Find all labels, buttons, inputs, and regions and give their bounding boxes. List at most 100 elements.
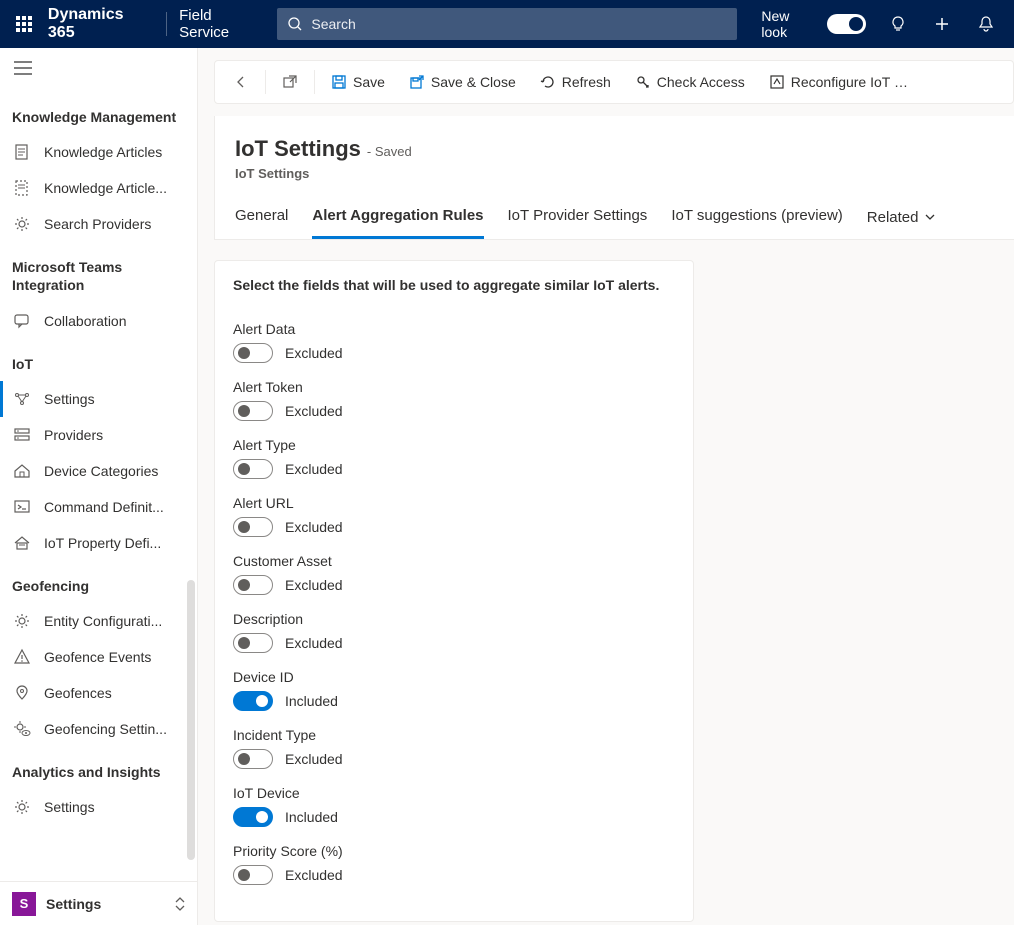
sidebar-item-entity-configurations[interactable]: Entity Configurati...	[0, 603, 197, 639]
sidebar-item-knowledge-article-templates[interactable]: Knowledge Article...	[0, 170, 197, 206]
sidebar-item-providers[interactable]: Providers	[0, 417, 197, 453]
sidebar-item-label: Settings	[44, 391, 95, 407]
iot-icon	[12, 389, 32, 409]
field-row: DescriptionExcluded	[233, 611, 675, 653]
tab-iot-provider-settings[interactable]: IoT Provider Settings	[508, 201, 648, 239]
field-toggle-value: Included	[285, 693, 338, 709]
form-tabs: General Alert Aggregation Rules IoT Provid…	[235, 201, 994, 239]
sidebar-item-label: Collaboration	[44, 313, 127, 329]
field-toggle[interactable]	[233, 807, 273, 827]
field-toggle[interactable]	[233, 459, 273, 479]
field-toggle[interactable]	[233, 865, 273, 885]
check-access-button[interactable]: Check Access	[625, 68, 755, 96]
sidebar-item-settings[interactable]: Settings	[0, 381, 197, 417]
search-input[interactable]	[277, 8, 737, 40]
field-toggle[interactable]	[233, 575, 273, 595]
sidebar-item-label: Device Categories	[44, 463, 158, 479]
save-button[interactable]: Save	[321, 68, 395, 96]
field-row: Priority Score (%)Excluded	[233, 843, 675, 885]
area-switcher[interactable]: S Settings	[0, 881, 197, 925]
sidebar-item-collaboration[interactable]: Collaboration	[0, 303, 197, 339]
sidebar-group-label: Knowledge Management	[0, 92, 197, 134]
new-look-label: New look	[761, 8, 818, 40]
popout-button[interactable]	[272, 64, 308, 100]
field-toggle[interactable]	[233, 749, 273, 769]
field-toggle[interactable]	[233, 517, 273, 537]
tab-iot-suggestions-preview-[interactable]: IoT suggestions (preview)	[671, 201, 842, 239]
doc-dashed-icon	[12, 178, 32, 198]
sidebar-item-command-definitions[interactable]: Command Definit...	[0, 489, 197, 525]
tab-related[interactable]: Related	[867, 201, 937, 239]
sidebar-item-ai-settings[interactable]: Settings	[0, 789, 197, 825]
sidebar-item-label: Geofencing Settin...	[44, 721, 167, 737]
field-row: Customer AssetExcluded	[233, 553, 675, 595]
tab-alert-aggregation-rules[interactable]: Alert Aggregation Rules	[312, 201, 483, 239]
lightbulb-icon[interactable]	[882, 8, 914, 40]
field-toggle-value: Included	[285, 809, 338, 825]
updown-icon	[175, 897, 185, 911]
field-toggle-value: Excluded	[285, 403, 343, 419]
sidebar-group-label: Microsoft Teams Integration	[0, 242, 197, 302]
scrollbar[interactable]	[187, 580, 195, 860]
reconfigure-icon	[769, 74, 785, 90]
refresh-button[interactable]: Refresh	[530, 68, 621, 96]
field-row: Alert TypeExcluded	[233, 437, 675, 479]
sidebar-item-label: Command Definit...	[44, 499, 164, 515]
field-label: Incident Type	[233, 727, 675, 743]
sidebar-content[interactable]: Knowledge ManagementKnowledge ArticlesKn…	[0, 88, 197, 881]
main-area: Save Save & Close Refresh Check Access R…	[198, 48, 1014, 925]
hamburger-button[interactable]	[0, 48, 197, 88]
sidebar-item-geofence-events[interactable]: Geofence Events	[0, 639, 197, 675]
field-label: Description	[233, 611, 675, 627]
field-row: Device ID Included	[233, 669, 675, 711]
bell-icon[interactable]	[970, 8, 1002, 40]
page-title: IoT Settings	[235, 136, 361, 162]
refresh-icon	[540, 74, 556, 90]
sidebar-item-device-categories[interactable]: Device Categories	[0, 453, 197, 489]
sidebar-item-search-providers[interactable]: Search Providers	[0, 206, 197, 242]
sidebar-item-geofences[interactable]: Geofences	[0, 675, 197, 711]
field-label: Device ID	[233, 669, 675, 685]
new-look-toggle[interactable]: New look	[761, 8, 866, 40]
page-header: IoT Settings - Saved IoT Settings Genera…	[214, 116, 1014, 240]
sidebar-item-label: Providers	[44, 427, 103, 443]
sidebar-group-label: Geofencing	[0, 561, 197, 603]
field-row: Alert Token Excluded	[233, 379, 675, 421]
command-bar: Save Save & Close Refresh Check Access R…	[214, 60, 1014, 104]
field-toggle-value: Excluded	[285, 751, 343, 767]
global-search	[277, 8, 737, 40]
field-label: Alert Token	[233, 379, 675, 395]
chevron-down-icon	[924, 211, 936, 223]
sidebar-item-geofencing-settings[interactable]: Geofencing Settin...	[0, 711, 197, 747]
search-icon	[287, 16, 303, 32]
sidebar-group-label: IoT	[0, 339, 197, 381]
brand-label[interactable]: Dynamics 365	[48, 6, 154, 42]
area-label: Settings	[46, 896, 165, 912]
sidebar-item-label: Geofence Events	[44, 649, 151, 665]
field-row: IoT DeviceIncluded	[233, 785, 675, 827]
field-toggle[interactable]	[233, 401, 273, 421]
field-toggle[interactable]	[233, 343, 273, 363]
app-layout: Knowledge ManagementKnowledge ArticlesKn…	[0, 48, 1014, 925]
check-access-icon	[635, 74, 651, 90]
sidebar: Knowledge ManagementKnowledge ArticlesKn…	[0, 48, 198, 925]
sidebar-item-iot-property-definitions[interactable]: IoT Property Defi...	[0, 525, 197, 561]
form-instruction: Select the fields that will be used to a…	[233, 277, 675, 293]
sidebar-item-label: Entity Configurati...	[44, 613, 162, 629]
sidebar-item-knowledge-articles[interactable]: Knowledge Articles	[0, 134, 197, 170]
field-toggle-value: Excluded	[285, 577, 343, 593]
back-button[interactable]	[223, 64, 259, 100]
plus-icon[interactable]	[926, 8, 958, 40]
reconfigure-button[interactable]: Reconfigure IoT sugge...	[759, 68, 919, 96]
cmd-icon	[12, 497, 32, 517]
tab-general[interactable]: General	[235, 201, 288, 239]
sidebar-group-label: Analytics and Insights	[0, 747, 197, 789]
save-icon	[331, 74, 347, 90]
field-toggle[interactable]	[233, 633, 273, 653]
app-launcher-icon[interactable]	[12, 12, 36, 36]
field-toggle[interactable]	[233, 691, 273, 711]
save-close-button[interactable]: Save & Close	[399, 68, 526, 96]
app-name[interactable]: Field Service	[179, 7, 265, 41]
gear-icon	[12, 797, 32, 817]
chat-icon	[12, 311, 32, 331]
